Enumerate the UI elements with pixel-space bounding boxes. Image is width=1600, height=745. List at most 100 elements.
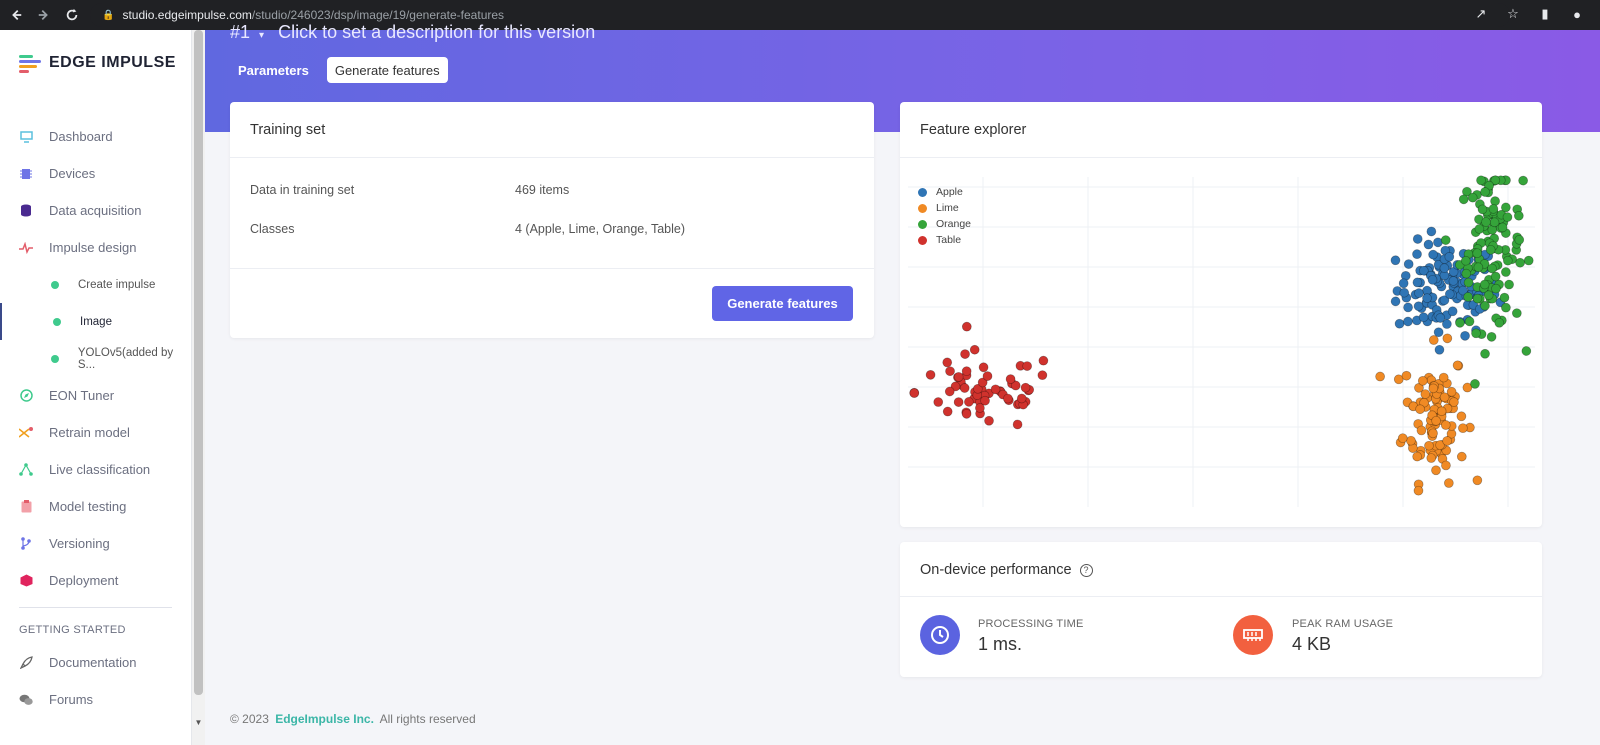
sidebar-item-impulse-design[interactable]: Impulse design — [0, 229, 192, 266]
tab-bar: Parameters Generate features — [230, 57, 448, 83]
scatter-point — [1397, 433, 1408, 444]
scatter-point — [1471, 328, 1481, 339]
sidebar-item-dashboard[interactable]: Dashboard — [0, 118, 192, 155]
forward-icon[interactable] — [32, 3, 56, 27]
scatter-point — [1442, 333, 1453, 344]
status-dot-icon — [53, 317, 61, 326]
scatter-point — [1486, 332, 1497, 342]
scatter-point — [1442, 436, 1452, 446]
legend-item[interactable]: Table — [918, 232, 971, 248]
series-lime — [1375, 333, 1483, 496]
sidebar-item-live-classification[interactable]: Live classification — [0, 451, 192, 488]
sidebar-item-deployment[interactable]: Deployment — [0, 562, 192, 599]
processing-time-label: PROCESSING TIME — [978, 618, 1084, 630]
scatter-point — [1491, 283, 1501, 294]
pulse-icon — [19, 241, 33, 255]
tab-parameters[interactable]: Parameters — [230, 57, 317, 83]
back-icon[interactable] — [4, 3, 28, 27]
scatter-point — [1447, 306, 1458, 317]
legend-item[interactable]: Orange — [918, 216, 971, 232]
sidebar-item-yolov5[interactable]: YOLOv5(added by S... — [0, 340, 192, 377]
scatter-point — [1521, 346, 1532, 356]
sidebar-item-versioning[interactable]: Versioning — [0, 525, 192, 562]
bookmark-star-icon[interactable]: ☆ — [1504, 5, 1522, 23]
scatter-point — [1441, 460, 1451, 471]
scatter-point — [1472, 475, 1483, 486]
legend-item[interactable]: Lime — [918, 200, 971, 216]
card-divider — [900, 157, 1542, 158]
scatter-point — [1444, 252, 1455, 262]
sidebar-item-retrain-model[interactable]: Retrain model — [0, 414, 192, 451]
version-label[interactable]: #1 — [230, 22, 250, 42]
sidebar-item-create-impulse[interactable]: Create impulse — [0, 266, 192, 303]
profile-icon[interactable]: ● — [1568, 5, 1586, 23]
branch-icon — [19, 537, 33, 551]
scatter-point — [1434, 344, 1445, 355]
scatter-point — [1005, 374, 1016, 384]
sidebar-item-devices[interactable]: Devices — [0, 155, 192, 192]
scroll-down-arrow-icon[interactable]: ▼ — [194, 718, 203, 728]
scatter-point — [1490, 271, 1501, 282]
sidebar-scroll-thumb[interactable] — [194, 30, 203, 695]
sidebar-item-documentation[interactable]: Documentation — [0, 644, 192, 681]
sidebar-item-model-testing[interactable]: Model testing — [0, 488, 192, 525]
scatter-point — [1440, 235, 1451, 245]
scatter-point — [1488, 204, 1499, 214]
scatter-point — [1412, 451, 1423, 462]
sidebar-item-forums[interactable]: Forums — [0, 681, 192, 718]
url-path: /studio/246023/dsp/image/19/generate-fea… — [251, 8, 505, 22]
sidebar-item-label: Impulse design — [49, 240, 137, 255]
legend-label: Lime — [936, 202, 959, 214]
sidebar-item-image[interactable]: Image — [0, 303, 192, 340]
scatter-point — [1436, 406, 1447, 417]
tab-generate-features[interactable]: Generate features — [326, 57, 448, 83]
scatter-point — [961, 408, 972, 419]
sidebar-item-label: Model testing — [49, 499, 127, 514]
classes-value: 4 (Apple, Lime, Orange, Table) — [515, 222, 686, 236]
edge-impulse-logo-icon — [19, 54, 43, 73]
scatter-point — [1037, 370, 1048, 381]
generate-features-button[interactable]: Generate features — [712, 286, 853, 321]
scatter-point — [1443, 478, 1454, 488]
side-panel-icon[interactable]: ▮ — [1536, 5, 1554, 23]
brand-logo[interactable]: EDGE IMPULSE — [19, 54, 176, 73]
scatter-point — [1473, 262, 1484, 273]
network-icon — [19, 463, 33, 477]
version-selector[interactable]: #1 ▾ Click to set a description for this … — [230, 22, 595, 43]
chevron-down-icon[interactable]: ▾ — [259, 30, 264, 41]
sidebar-item-label: Devices — [49, 166, 96, 181]
monitor-icon — [19, 130, 33, 144]
scatter-point — [1412, 277, 1423, 288]
scatter-point — [1416, 425, 1427, 436]
share-icon[interactable]: ↗ — [1472, 5, 1490, 23]
reload-icon[interactable] — [60, 3, 84, 27]
scatter-point — [942, 406, 953, 417]
company-link[interactable]: EdgeImpulse Inc. — [275, 712, 374, 726]
scatter-point — [1511, 308, 1522, 319]
help-circle-icon[interactable]: ? — [1079, 563, 1093, 577]
scatter-point — [953, 372, 964, 382]
scatter-point — [925, 370, 936, 380]
sidebar-item-data-acquisition[interactable]: Data acquisition — [0, 192, 192, 229]
scatter-point — [1446, 386, 1457, 397]
scatter-point — [1394, 318, 1405, 329]
sidebar-item-label: Deployment — [49, 573, 119, 588]
legend-swatch — [918, 219, 927, 229]
on-device-performance-card: On-device performance? PROCESSING TIME 1… — [900, 542, 1542, 677]
legend-item[interactable]: Apple — [918, 184, 971, 200]
series-table — [909, 321, 1049, 430]
scatter-point — [1472, 248, 1483, 259]
scatter-point — [1426, 226, 1437, 237]
section-heading-getting-started: GETTING STARTED — [19, 624, 126, 636]
sidebar-item-eon-tuner[interactable]: EON Tuner — [0, 377, 192, 414]
lock-icon: 🔒 — [102, 9, 115, 21]
scatter-point — [1427, 274, 1438, 285]
scatter-point — [1375, 371, 1385, 382]
card-title: Feature explorer — [920, 122, 1027, 138]
scatter-point — [1022, 361, 1032, 371]
version-description[interactable]: Click to set a description for this vers… — [278, 22, 595, 42]
chat-icon — [19, 693, 33, 707]
processing-time-value: 1 ms. — [978, 634, 1023, 654]
legend-label: Orange — [936, 218, 972, 230]
feature-explorer-scatter-plot[interactable] — [900, 167, 1542, 522]
